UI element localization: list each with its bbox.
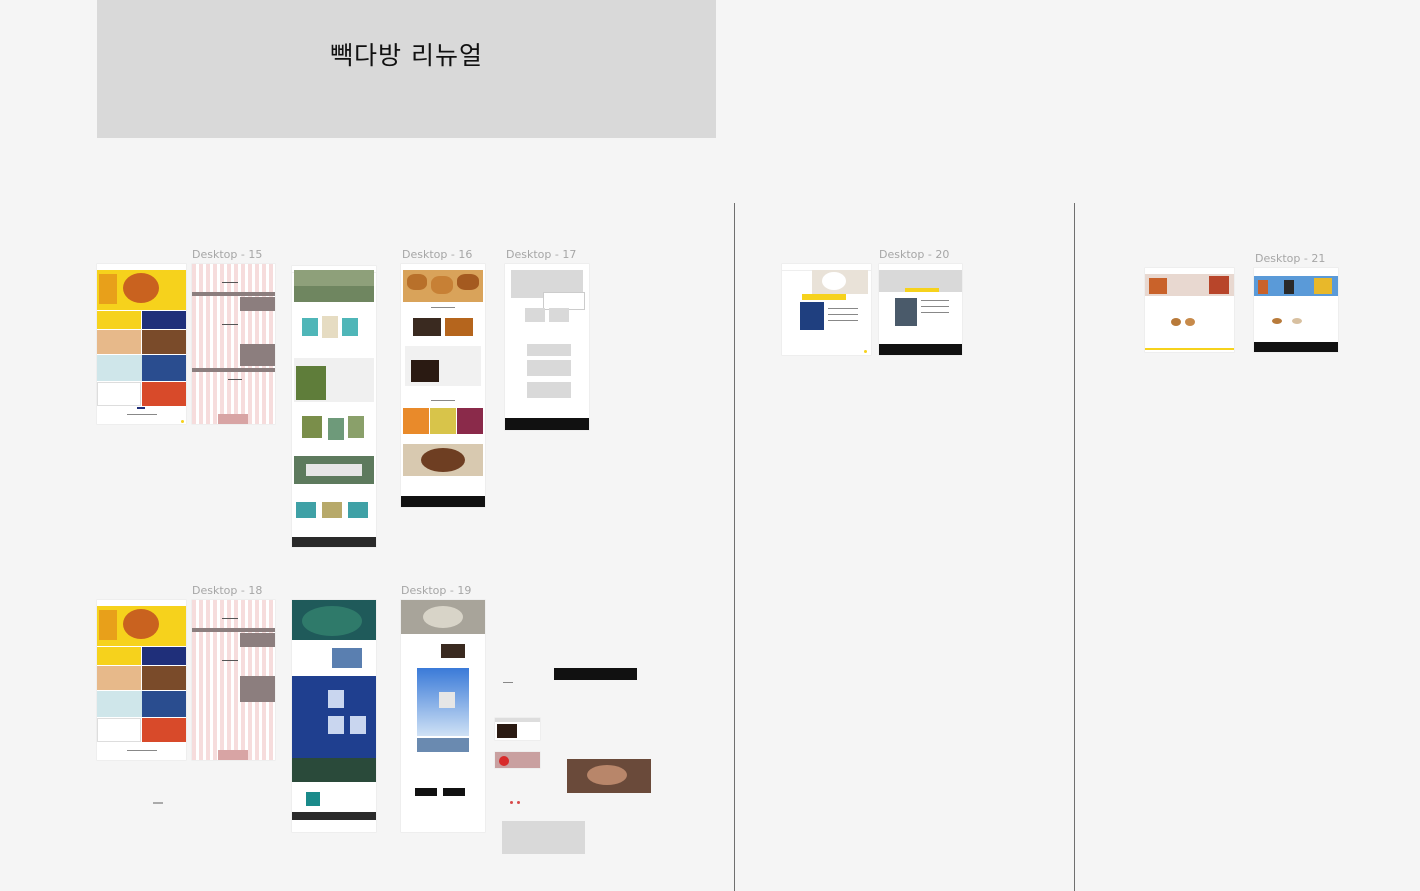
frame-desktop-16[interactable] [401, 264, 485, 507]
frame-desktop-20[interactable] [879, 264, 962, 355]
title-card[interactable]: 빽다방 리뉴얼 [97, 0, 716, 138]
frame-about-page-a[interactable] [782, 264, 871, 355]
frame-small-snippet-3[interactable] [153, 802, 163, 804]
frame-black-bar[interactable] [554, 668, 637, 680]
board-title: 빽다방 리뉴얼 [330, 41, 483, 70]
section-divider-2 [1074, 203, 1075, 891]
frame-desktop-21[interactable] [1254, 268, 1338, 352]
section-divider-1 [734, 203, 735, 891]
frame-small-snippet-2[interactable] [510, 801, 522, 804]
frame-coffee-snippet[interactable] [495, 718, 540, 740]
frame-desktop-17[interactable] [505, 264, 589, 430]
frame-small-snippet-1[interactable] [503, 681, 517, 684]
frame-paik-home-a[interactable] [97, 264, 186, 424]
frame-menu-page-a[interactable] [1145, 268, 1234, 352]
frame-grid-overlay-a[interactable] [192, 264, 275, 424]
frame-label-desktop-20[interactable]: Desktop - 20 [879, 248, 949, 261]
frame-label-desktop-18[interactable]: Desktop - 18 [192, 584, 262, 597]
frame-label-desktop-15[interactable]: Desktop - 15 [192, 248, 262, 261]
frame-dessert-photo[interactable] [567, 759, 651, 793]
frame-forest-page[interactable] [292, 600, 376, 832]
frame-paik-home-b[interactable] [97, 600, 186, 760]
frame-placeholder-box[interactable] [502, 821, 585, 854]
frame-gallery-page[interactable] [292, 266, 376, 547]
frame-label-desktop-19[interactable]: Desktop - 19 [401, 584, 471, 597]
frame-label-desktop-21[interactable]: Desktop - 21 [1255, 252, 1325, 265]
frame-fruit-snippet[interactable] [495, 752, 540, 768]
frame-desktop-19[interactable] [401, 600, 485, 832]
frame-label-desktop-16[interactable]: Desktop - 16 [402, 248, 472, 261]
frame-grid-overlay-b[interactable] [192, 600, 275, 760]
frame-label-desktop-17[interactable]: Desktop - 17 [506, 248, 576, 261]
